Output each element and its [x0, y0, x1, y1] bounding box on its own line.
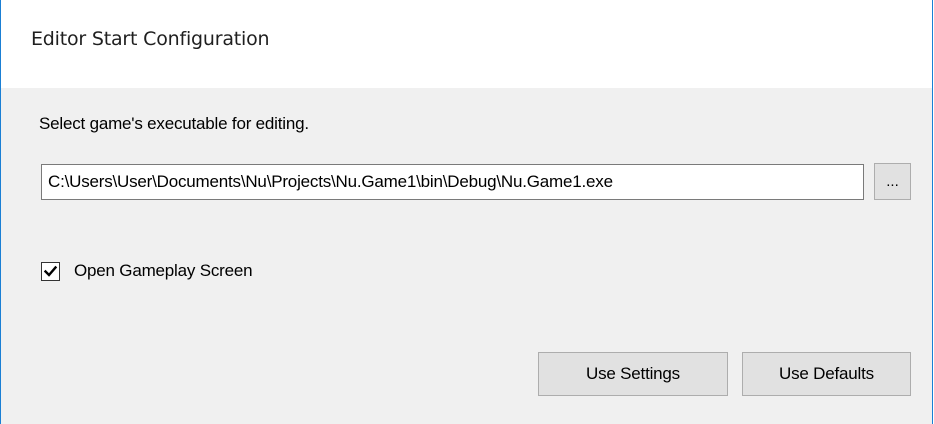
instruction-label: Select game's executable for editing.	[39, 114, 309, 133]
use-settings-button[interactable]: Use Settings	[538, 352, 728, 396]
use-defaults-button[interactable]: Use Defaults	[742, 352, 911, 396]
window-title: Editor Start Configuration	[31, 28, 270, 50]
dialog-window: Editor Start Configuration Select game's…	[0, 0, 933, 424]
open-gameplay-screen-option[interactable]: Open Gameplay Screen	[41, 260, 253, 282]
executable-path-input[interactable]	[41, 164, 864, 200]
open-gameplay-screen-checkbox[interactable]	[41, 261, 60, 281]
checkbox-label: Open Gameplay Screen	[74, 261, 253, 280]
browse-button[interactable]: ...	[874, 163, 911, 200]
dialog-content: Select game's executable for editing. ..…	[1, 88, 932, 424]
title-bar[interactable]: Editor Start Configuration	[1, 0, 932, 88]
checkmark-icon	[43, 265, 58, 277]
